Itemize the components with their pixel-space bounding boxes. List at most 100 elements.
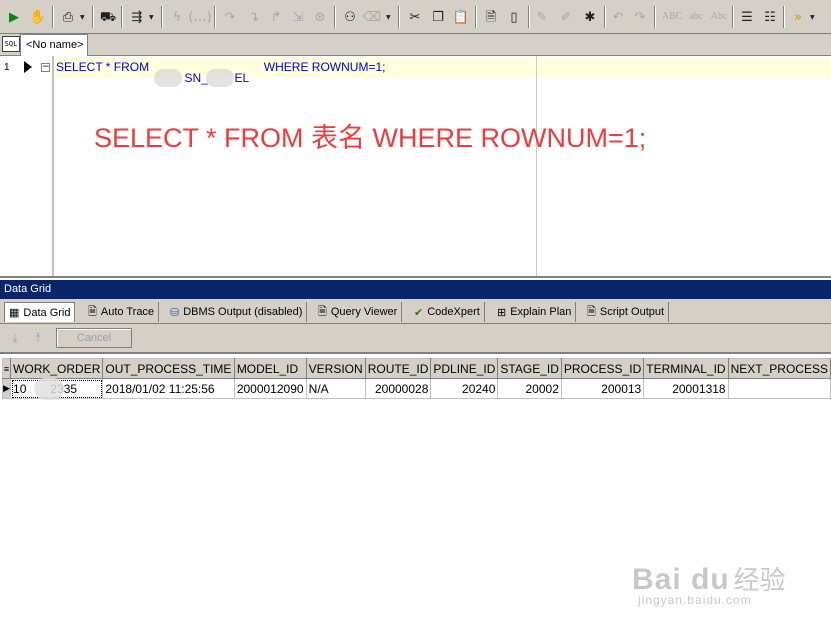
toolbar-separator [161, 6, 163, 28]
cell-process-id[interactable]: 200013 [560, 378, 645, 399]
sql-editor[interactable]: 1 − SELECT * FROM SN_ EL WHERE ROWNUM=1; … [0, 56, 831, 278]
editor-gutter: 1 − [0, 56, 54, 276]
tab-codexpert[interactable]: ✔ CodeXpert [410, 302, 485, 322]
import-icon[interactable]: ⤓ [5, 329, 25, 347]
column-header[interactable]: PDLINE_ID [430, 358, 499, 379]
row-pointer-icon[interactable]: ▶ [1, 378, 12, 399]
toolbar-separator [398, 6, 400, 28]
paste-icon[interactable]: 📋 [451, 6, 471, 28]
fold-collapse-icon[interactable]: − [41, 63, 50, 72]
codexpert-icon: ✔ [414, 306, 424, 319]
cell-stage-id[interactable]: 20002 [497, 378, 562, 399]
step-over-icon[interactable]: ↷ [220, 6, 240, 28]
chevron-down-icon[interactable]: ▼ [80, 14, 85, 21]
tab-label: Query Viewer [330, 306, 398, 318]
explain-icon: ⊞ [497, 306, 507, 319]
toolbar-separator [654, 6, 656, 28]
execute-icon[interactable]: ▶ [4, 6, 24, 28]
tab-label: DBMS Output (disabled) [183, 306, 303, 318]
undo-icon[interactable]: ↶ [608, 6, 628, 28]
indent-icon[interactable]: ☰ [737, 6, 757, 28]
chevron-down-icon[interactable]: ▼ [386, 14, 391, 21]
step-into-icon[interactable]: ↴ [244, 6, 264, 28]
comment-icon[interactable]: ✎ [532, 6, 552, 28]
uppercase-button[interactable]: ABC [659, 6, 685, 28]
cell-text: 10 [13, 381, 27, 396]
execute-script-icon[interactable]: ⎙ [58, 6, 78, 28]
chevron-down-icon[interactable]: ▼ [810, 14, 815, 21]
redaction-blur [34, 378, 64, 400]
right-margin-line [536, 56, 537, 276]
chevron-down-icon[interactable]: ▼ [149, 14, 154, 21]
toolbar-separator [528, 6, 530, 28]
redo-icon[interactable]: ↷ [630, 6, 650, 28]
current-statement-arrow-icon [24, 61, 32, 73]
document-icon: 🗎 [88, 305, 97, 318]
tab-label: Explain Plan [510, 306, 572, 318]
select-all-icon[interactable]: ≡ [1, 358, 12, 379]
sql-statement[interactable]: SELECT * FROM SN_ EL WHERE ROWNUM=1; [56, 60, 386, 87]
redaction-blur [154, 69, 183, 87]
column-header[interactable]: ROUTE_ID [364, 358, 432, 379]
main-toolbar: ▶ ✋ ⎙ ▼ ⛟ ⇶ ▼ ϟ (…) ↷ ↴ ↱ ⇲ ⊛ ⚇ ⌫ ▼ ✂ ❐ … [0, 0, 831, 34]
column-header[interactable]: OUT_PROCESS_TIME [102, 358, 235, 379]
step-icon[interactable]: ⇶ [127, 6, 147, 28]
cell-route-id[interactable]: 20000028 [364, 378, 432, 399]
cancel-button[interactable]: Cancel [56, 328, 132, 348]
run-to-cursor-icon[interactable]: ⇲ [288, 6, 308, 28]
toolbar-separator [475, 6, 477, 28]
grid-icon: ▦ [9, 307, 20, 319]
sql-semicolon: ; [382, 60, 386, 74]
toolbar-separator [334, 6, 336, 28]
column-header[interactable]: TERMINAL_ID [643, 358, 729, 379]
connection-icon[interactable]: ⛟ [98, 6, 118, 28]
cell-pdline-id[interactable]: 20240 [430, 378, 499, 399]
editor-tab[interactable]: <No name> [20, 34, 88, 56]
clear-icon[interactable]: ⌫ [362, 6, 382, 28]
tab-label: Data Grid [23, 306, 71, 319]
breakpoint-icon[interactable]: ⊛ [310, 6, 330, 28]
editor-tab-bar: SQL <No name> [0, 34, 831, 56]
column-header[interactable]: STAGE_ID [497, 358, 562, 379]
lightning-icon[interactable]: ϟ [167, 6, 187, 28]
cell-model-id[interactable]: 2000012090 [233, 378, 307, 399]
result-grid[interactable]: ≡ WORK_ORDER OUT_PROCESS_TIME MODEL_ID V… [0, 352, 831, 640]
tab-query-viewer[interactable]: 🗎 Query Viewer [314, 302, 403, 322]
step-out-icon[interactable]: ↱ [266, 6, 286, 28]
tab-data-grid[interactable]: ▦ Data Grid [4, 302, 76, 322]
toolbar-separator [214, 6, 216, 28]
tab-script-output[interactable]: 🗎 Script Output [583, 302, 670, 322]
format-icon[interactable]: ✱ [580, 6, 600, 28]
toolbar-separator [783, 6, 785, 28]
column-header[interactable]: MODEL_ID [233, 358, 307, 379]
new-file-icon[interactable]: ▯ [504, 6, 524, 28]
save-icon[interactable]: 🗎 [481, 6, 501, 28]
cell-out-process-time[interactable]: 2018/01/02 11:25:56 [102, 378, 235, 399]
column-header[interactable]: NEXT_PROCESS [727, 358, 831, 379]
toolbar-separator [121, 6, 123, 28]
cut-icon[interactable]: ✂ [405, 6, 425, 28]
toolbar-separator [92, 6, 94, 28]
column-header[interactable]: VERSION [305, 358, 366, 379]
stop-hand-icon[interactable]: ✋ [28, 6, 48, 28]
tab-explain-plan[interactable]: ⊞ Explain Plan [493, 302, 577, 322]
copy-icon[interactable]: ❐ [428, 6, 448, 28]
tab-dbms-output[interactable]: ⛁ DBMS Output (disabled) [166, 302, 308, 322]
export-icon[interactable]: ⤒ [28, 329, 48, 347]
table-row[interactable]: ▶ 102335 2018/01/02 11:25:56 2000012090 … [1, 378, 831, 399]
document-icon: 🗎 [587, 305, 596, 318]
cell-next-process[interactable] [727, 378, 831, 399]
column-header[interactable]: PROCESS_ID [560, 358, 645, 379]
tab-label: CodeXpert [427, 306, 480, 318]
cell-version[interactable]: N/A [305, 378, 366, 399]
capitalize-button[interactable]: Abc [706, 6, 732, 28]
cell-terminal-id[interactable]: 20001318 [643, 378, 729, 399]
next-icon[interactable]: » [788, 6, 808, 28]
parentheses-icon[interactable]: (…) [188, 6, 211, 28]
watch-icon[interactable]: ⚇ [340, 6, 360, 28]
sql-text-after: WHERE ROWNUM=1 [260, 60, 383, 74]
outdent-icon[interactable]: ☷ [760, 6, 780, 28]
uncomment-icon[interactable]: ✐ [556, 6, 576, 28]
tab-auto-trace[interactable]: 🗎 Auto Trace [84, 302, 160, 322]
column-header[interactable]: WORK_ORDER [10, 358, 104, 379]
